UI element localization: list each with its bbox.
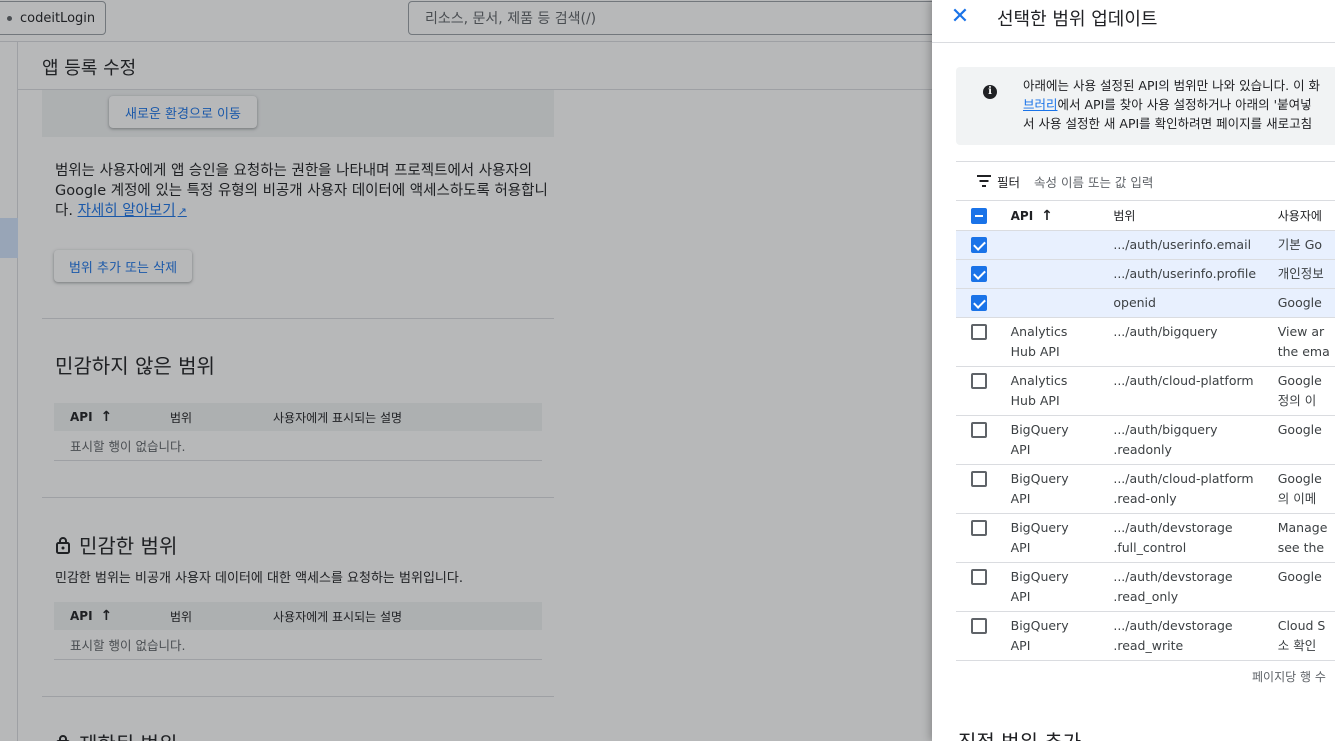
row-checkbox-cell (948, 295, 1011, 311)
table-row[interactable]: Analytics Hub API .../auth/bigquery View ar… (956, 318, 1335, 367)
info-text: 아래에는 사용 설정된 API의 범위만 나와 있습니다. 이 화 브러리에서 … (1023, 76, 1335, 133)
scopes-table: API ↑ 범위 사용자에 .../auth/userinfo.email 기본 G… (956, 202, 1335, 661)
info-banner: i 아래에는 사용 설정된 API의 범위만 나와 있습니다. 이 화 브러리에… (956, 67, 1335, 145)
table-row[interactable]: BigQuery API .../auth/devstorage .read_only… (956, 563, 1335, 612)
library-link[interactable]: 브러리 (1023, 97, 1058, 112)
select-all-checkbox[interactable] (971, 208, 988, 224)
manual-add-scope-title: 직접 범위 추가 (958, 726, 1081, 741)
cell-scope: .../auth/userinfo.profile (1113, 266, 1257, 281)
cell-desc: View ar the ema (1277, 324, 1330, 359)
cell-api: Analytics Hub API (1010, 373, 1068, 408)
cell-api: BigQuery API (1010, 471, 1069, 506)
row-checkbox[interactable] (971, 373, 988, 389)
table-row[interactable]: openid Google (956, 289, 1335, 318)
cell-scope: .../auth/cloud-platform .read-only (1113, 471, 1254, 506)
cell-desc: Google 의 이메 (1277, 471, 1322, 506)
update-scopes-panel: ✕ 선택한 범위 업데이트 i 아래에는 사용 설정된 API의 범위만 나와 … (932, 0, 1335, 741)
info-line-3: 서 사용 설정한 새 API를 확인하려면 페이지를 새로고침 (1023, 116, 1313, 131)
table-row[interactable]: Analytics Hub API .../auth/cloud-platform G… (956, 367, 1335, 416)
panel-header: ✕ 선택한 범위 업데이트 (932, 0, 1335, 43)
col-header-scope: 범위 (1113, 209, 1136, 223)
row-checkbox-cell (948, 322, 1011, 340)
row-checkbox-cell (948, 266, 1011, 282)
select-all-cell (948, 208, 1011, 224)
cell-scope: .../auth/devstorage .full_control (1113, 520, 1233, 555)
row-checkbox[interactable] (971, 324, 988, 340)
row-checkbox[interactable] (971, 295, 988, 311)
row-checkbox-cell (948, 371, 1011, 389)
cell-desc: Google 정의 이 (1277, 373, 1322, 408)
row-checkbox[interactable] (971, 520, 988, 536)
cell-desc: Manage see the (1277, 520, 1328, 555)
cell-scope: .../auth/bigquery .readonly (1113, 422, 1218, 457)
col-header-desc: 사용자에 (1277, 209, 1322, 223)
cell-api: BigQuery API (1010, 569, 1069, 604)
row-checkbox[interactable] (971, 422, 988, 438)
col-header-api[interactable]: API ↑ (1011, 206, 1114, 226)
row-checkbox[interactable] (971, 237, 988, 253)
row-checkbox[interactable] (971, 618, 988, 634)
cell-scope: .../auth/cloud-platform (1113, 373, 1254, 388)
row-checkbox[interactable] (971, 471, 988, 487)
row-checkbox-cell (948, 567, 1011, 585)
table-row[interactable]: .../auth/userinfo.email 기본 Go (956, 231, 1335, 260)
cell-desc: Cloud S소 확인 (1277, 618, 1326, 653)
table-row[interactable]: BigQuery API .../auth/devstorage .full_cont… (956, 514, 1335, 563)
filter-icon (976, 175, 992, 187)
cell-desc: Google (1277, 569, 1322, 584)
cell-scope: .../auth/devstorage .read_only (1113, 569, 1233, 604)
cell-api: BigQuery API (1010, 520, 1069, 555)
row-checkbox-cell (948, 420, 1011, 438)
table-row[interactable]: BigQuery API .../auth/devstorage .read_writ… (956, 612, 1335, 661)
filter-label: 필터 (997, 174, 1021, 190)
row-checkbox-cell (948, 469, 1011, 487)
info-icon: i (983, 85, 997, 99)
table-row[interactable]: BigQuery API .../auth/bigquery .readonly Goo… (956, 416, 1335, 465)
sort-arrow-up-icon: ↑ (1041, 208, 1053, 224)
cell-desc: Google (1277, 422, 1322, 437)
row-checkbox[interactable] (971, 266, 988, 282)
row-checkbox-cell (948, 616, 1011, 634)
filter-input[interactable]: 속성 이름 또는 값 입력 (1034, 172, 1153, 191)
row-checkbox-cell (948, 237, 1011, 253)
cell-scope: openid (1113, 295, 1156, 310)
cell-scope: .../auth/bigquery (1113, 324, 1218, 339)
cell-api: BigQuery API (1010, 422, 1069, 457)
cell-api: Analytics Hub API (1010, 324, 1068, 359)
info-line-1: 아래에는 사용 설정된 API의 범위만 나와 있습니다. 이 화 (1023, 78, 1321, 93)
filter-bar[interactable]: 필터 속성 이름 또는 값 입력 (956, 161, 1335, 201)
cell-scope: .../auth/userinfo.email (1113, 237, 1252, 252)
cell-desc: Google (1277, 295, 1322, 310)
table-row[interactable]: .../auth/userinfo.profile 개인정보 (956, 260, 1335, 289)
cell-scope: .../auth/devstorage .read_write (1113, 618, 1233, 653)
cell-api: BigQuery API (1010, 618, 1069, 653)
row-checkbox[interactable] (971, 569, 988, 585)
rows-per-page-label: 페이지당 행 수 (1252, 670, 1326, 684)
info-line-2: 브러리에서 API를 찾아 사용 설정하거나 아래의 '붙여넣 (1023, 97, 1312, 112)
cell-desc: 개인정보 (1277, 266, 1324, 281)
cell-desc: 기본 Go (1277, 237, 1323, 252)
panel-title: 선택한 범위 업데이트 (997, 9, 1158, 30)
modal-scrim[interactable] (0, 0, 932, 741)
table-header: API ↑ 범위 사용자에 (956, 202, 1335, 231)
table-row[interactable]: BigQuery API .../auth/cloud-platform .read-… (956, 465, 1335, 514)
close-icon[interactable]: ✕ (949, 6, 971, 28)
row-checkbox-cell (948, 518, 1011, 536)
